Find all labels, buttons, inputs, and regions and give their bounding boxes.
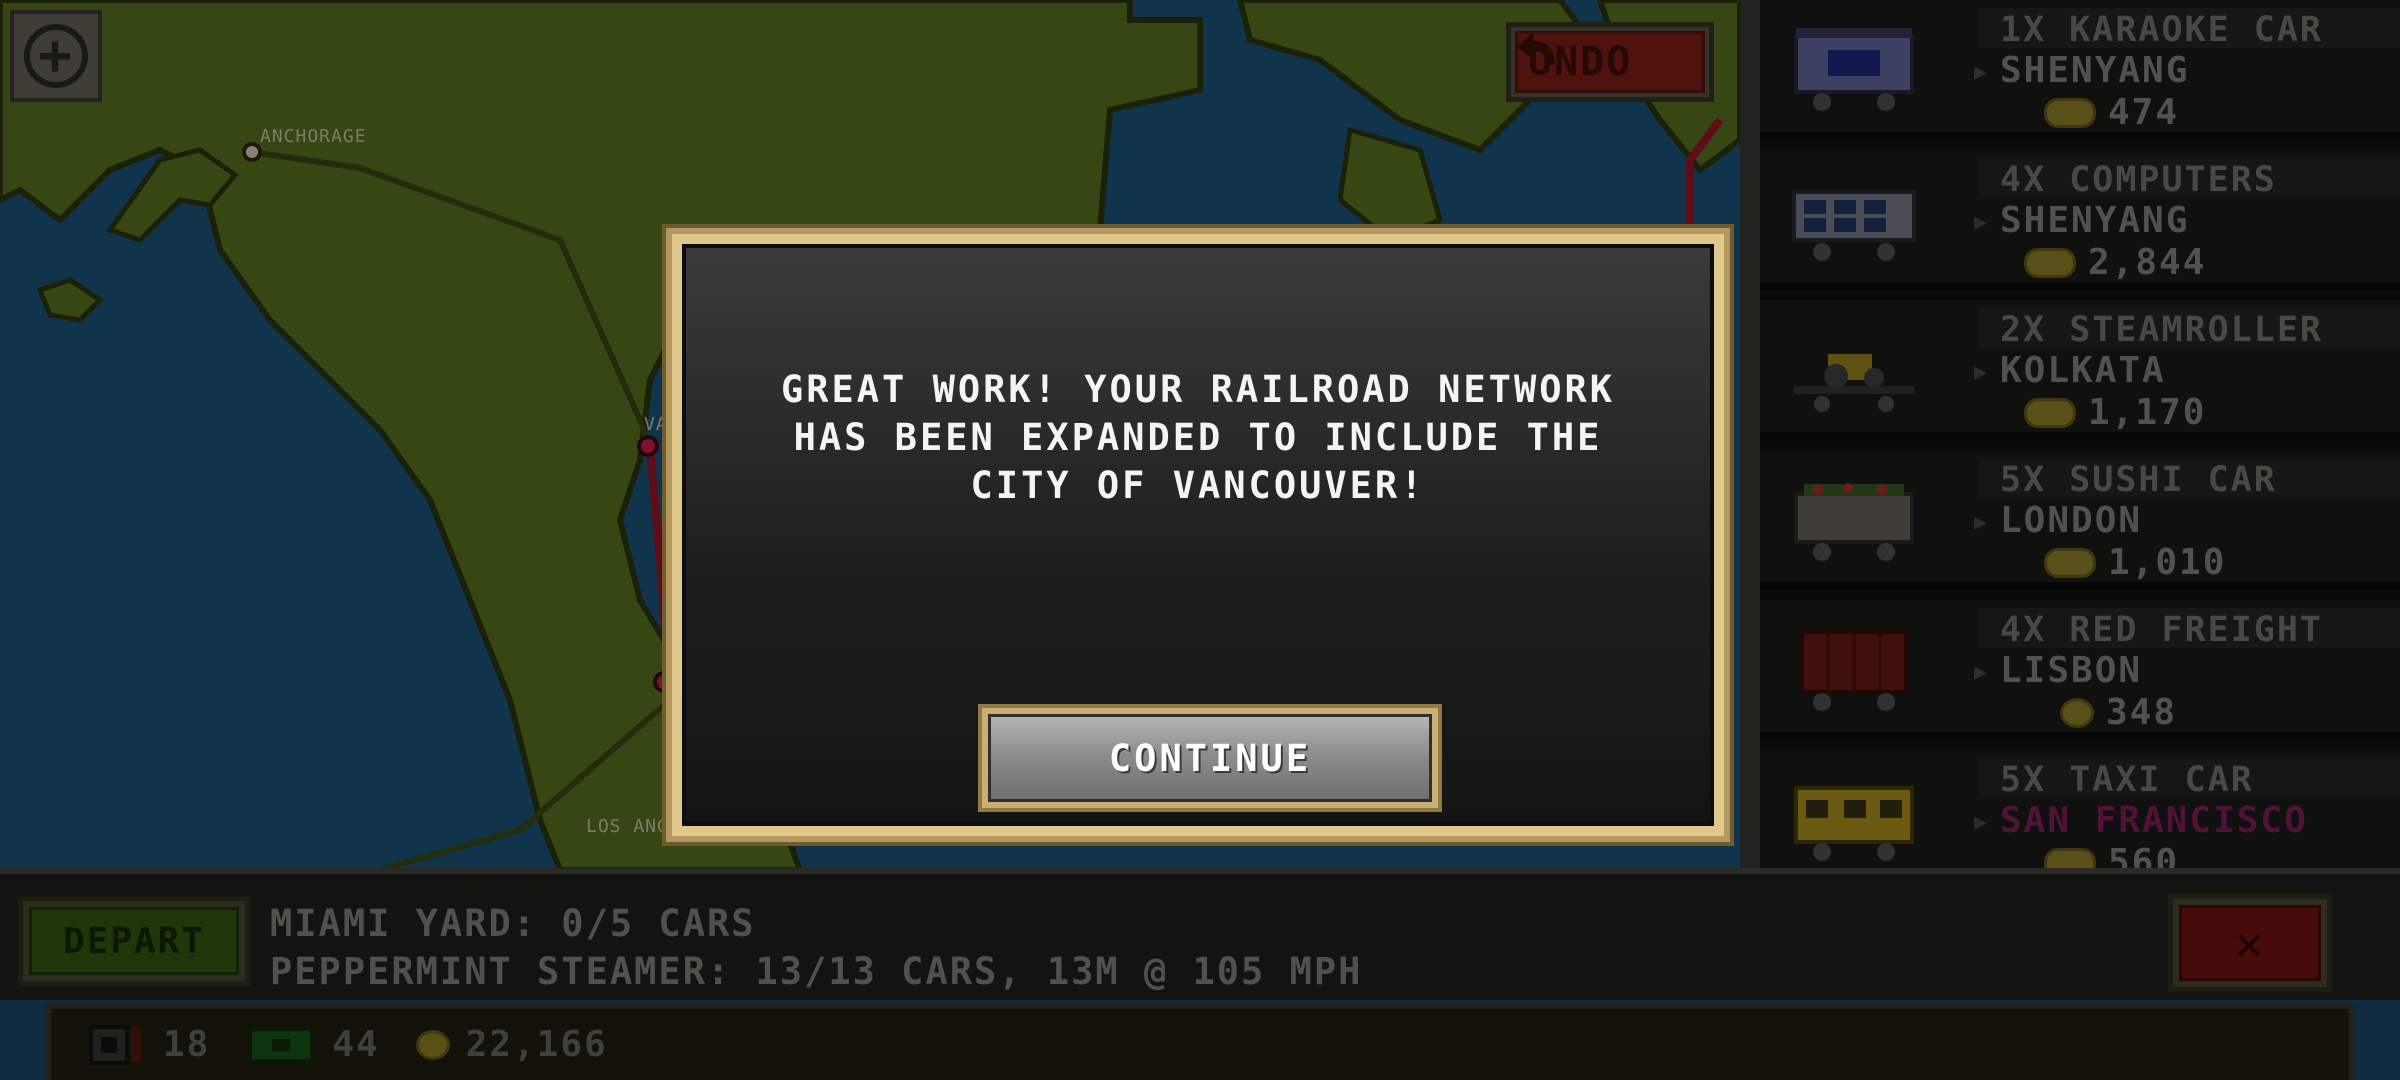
network-expanded-dialog: GREAT WORK! YOUR RAILROAD NETWORK HAS BE… [666,228,1730,842]
continue-label: CONTINUE [988,714,1432,802]
dialog-message: GREAT WORK! YOUR RAILROAD NETWORK HAS BE… [780,368,1616,507]
continue-button[interactable]: CONTINUE [978,704,1442,812]
